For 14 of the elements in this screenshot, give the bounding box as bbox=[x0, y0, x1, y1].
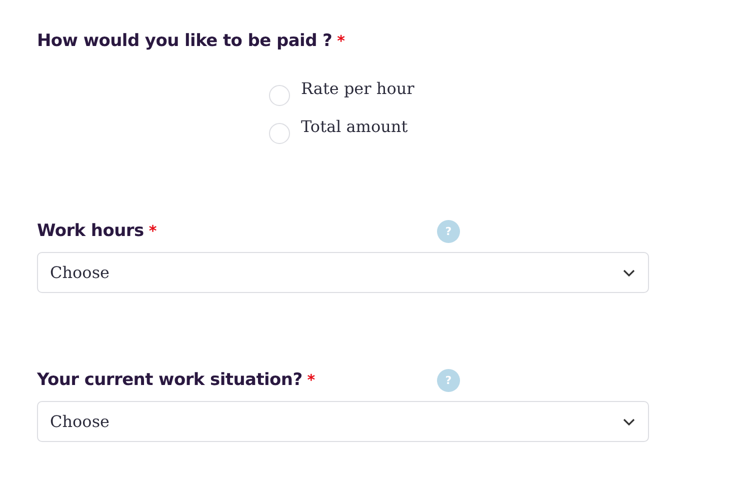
select-field[interactable]: Choose bbox=[37, 252, 649, 293]
required-mark: * bbox=[148, 222, 157, 240]
required-mark: * bbox=[337, 32, 345, 50]
chevron-down-icon bbox=[623, 418, 635, 426]
question-label: Work hours bbox=[37, 221, 144, 241]
radio-button[interactable] bbox=[269, 123, 290, 144]
radio-label[interactable]: Rate per hour bbox=[301, 79, 414, 98]
required-mark: * bbox=[307, 371, 316, 389]
chevron-down-icon bbox=[623, 268, 635, 276]
radio-button[interactable] bbox=[269, 85, 290, 106]
question-label: Your current work situation? bbox=[37, 370, 302, 390]
question-label: How would you like to be paid ? bbox=[37, 31, 332, 51]
radio-label[interactable]: Total amount bbox=[301, 117, 408, 136]
select-field[interactable]: Choose bbox=[37, 401, 649, 442]
